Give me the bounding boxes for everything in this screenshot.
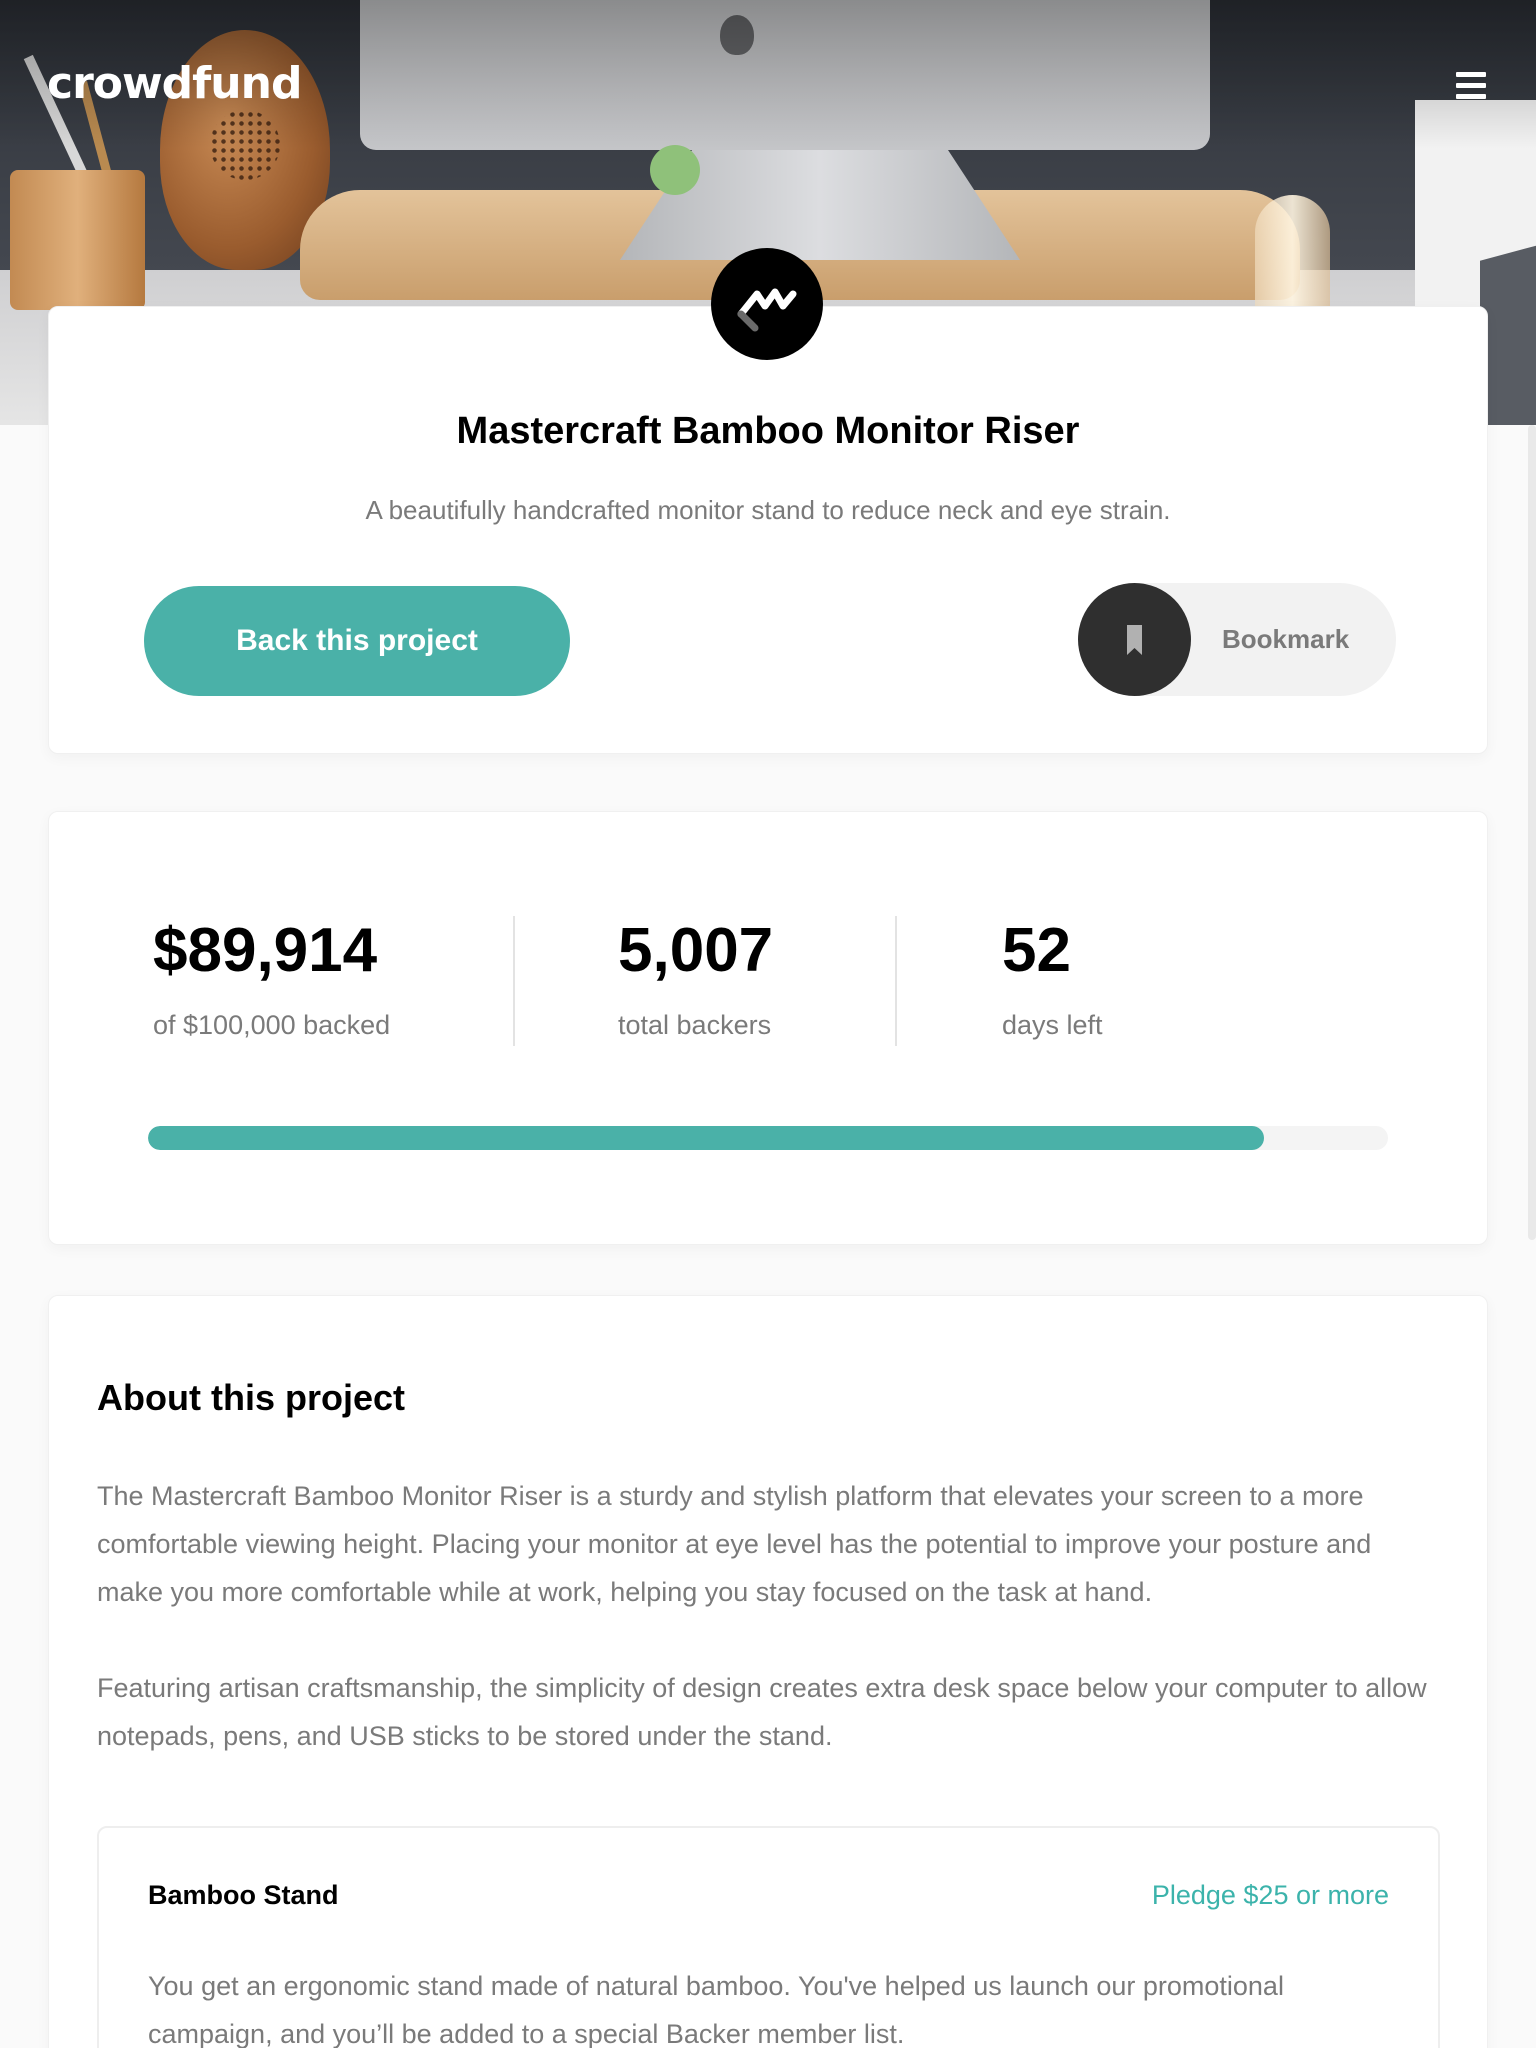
stat-backed: $89,914 of $100,000 backed: [153, 920, 390, 1041]
mastercraft-logo-icon: [711, 248, 823, 360]
backed-label: of $100,000 backed: [153, 1010, 391, 1040]
days-count: 52: [1002, 916, 1071, 985]
reward-name: Bamboo Stand: [148, 1880, 339, 1910]
backers-count: 5,007: [618, 916, 774, 985]
about-heading: About this project: [97, 1377, 405, 1418]
progress-bar: [148, 1126, 1388, 1150]
stat-divider: [895, 916, 897, 1046]
hamburger-menu-icon[interactable]: [1456, 72, 1486, 100]
bookmark-button[interactable]: Bookmark: [1078, 583, 1396, 696]
about-paragraph: Featuring artisan craftsmanship, the sim…: [97, 1673, 1427, 1751]
backed-amount: $89,914: [153, 916, 378, 985]
about-paragraph: The Mastercraft Bamboo Monitor Riser is …: [97, 1481, 1372, 1607]
reward-description: You get an ergonomic stand made of natur…: [148, 1971, 1284, 2048]
stat-days: 52 days left: [1002, 920, 1103, 1041]
reward-card: Bamboo Stand Pledge $25 or more You get …: [97, 1826, 1440, 2048]
scrollbar[interactable]: [1528, 425, 1536, 1240]
bookmark-icon: [1078, 583, 1191, 696]
stat-divider: [513, 916, 515, 1046]
bookmark-label: Bookmark: [1222, 624, 1350, 654]
days-label: days left: [1002, 1010, 1103, 1040]
backers-label: total backers: [618, 1010, 772, 1040]
stat-backers: 5,007 total backers: [618, 920, 773, 1041]
project-title: Mastercraft Bamboo Monitor Riser: [456, 410, 1080, 452]
back-project-button[interactable]: Back this project: [144, 586, 570, 696]
project-subtitle: A beautifully handcrafted monitor stand …: [365, 495, 1171, 525]
progress-bar-fill: [148, 1126, 1264, 1150]
reward-pledge: Pledge $25 or more: [1151, 1880, 1389, 1910]
site-logo[interactable]: crowdfund: [47, 58, 302, 109]
